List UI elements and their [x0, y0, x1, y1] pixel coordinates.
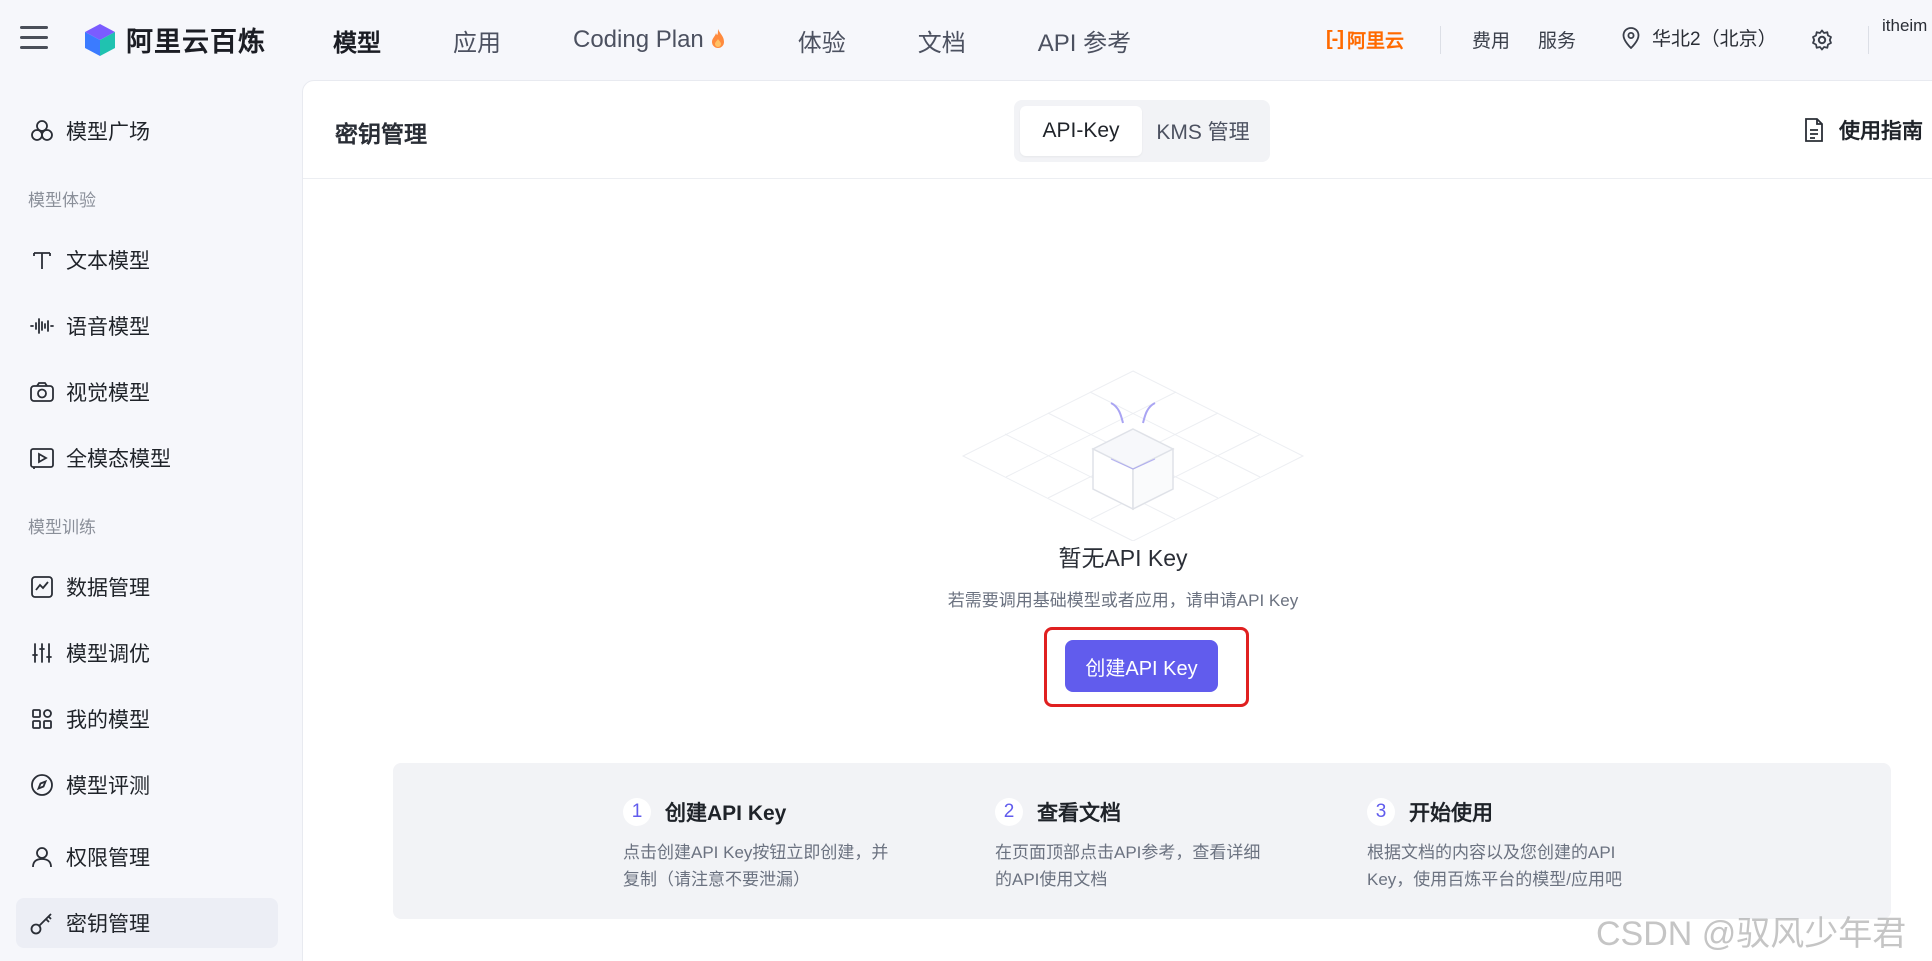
menu-icon[interactable]	[20, 26, 48, 52]
sidebar-item-label: 权限管理	[66, 847, 150, 870]
fee-link[interactable]: 费用	[1472, 26, 1510, 53]
text-icon	[28, 246, 56, 274]
key-icon	[28, 909, 56, 937]
empty-state-title: 暂无API Key	[1058, 545, 1188, 571]
sidebar-item-label: 语音模型	[66, 316, 150, 339]
sidebar-item-label: 文本模型	[66, 250, 150, 273]
empty-state-description: 若需要调用基础模型或者应用，请申请API Key	[947, 591, 1299, 610]
location-pin-icon	[1622, 26, 1640, 49]
divider	[1440, 26, 1441, 54]
step-number: 1	[623, 798, 651, 826]
step-title: 创建API Key	[665, 802, 787, 825]
chart-icon	[28, 573, 56, 601]
document-icon	[1805, 118, 1823, 142]
sidebar-item-audio-model[interactable]: 语音模型	[16, 301, 278, 351]
video-play-icon	[28, 444, 56, 472]
sidebar-item-label: 模型广场	[66, 121, 150, 144]
camera-icon	[28, 378, 56, 406]
step-description-line: 在页面顶部点击API参考，查看详细	[995, 843, 1261, 862]
sidebar-item-vision-model[interactable]: 视觉模型	[16, 367, 278, 417]
sidebar-item-data-management[interactable]: 数据管理	[16, 562, 278, 612]
brand-logo[interactable]: 阿里云百炼	[82, 20, 266, 59]
tab-switcher: API-Key KMS 管理	[1014, 100, 1270, 162]
region-selector[interactable]: 华北2（北京）	[1622, 24, 1777, 51]
sidebar-item-label: 我的模型	[66, 709, 150, 732]
bailian-logo-icon	[85, 23, 115, 56]
sidebar-item-key-management[interactable]: 密钥管理	[16, 898, 278, 948]
create-api-key-button[interactable]: 创建API Key	[1065, 640, 1218, 692]
step-description-line: 点击创建API Key按钮立即创建，并	[623, 843, 889, 862]
nav-docs[interactable]: 文档	[918, 23, 966, 58]
empty-box-illustration	[961, 370, 1305, 541]
nav-apps[interactable]: 应用	[453, 23, 501, 58]
step-description-line: 复制（请注意不要泄漏）	[623, 870, 810, 889]
tab-kms-management[interactable]: KMS 管理	[1142, 106, 1264, 156]
aliyun-bracket-icon: [-]	[1326, 28, 1344, 50]
brand-name: 阿里云百炼	[126, 27, 266, 57]
sidebar-item-model-square[interactable]: 模型广场	[16, 106, 278, 156]
flame-icon	[711, 29, 724, 48]
region-label: 华北2（北京）	[1652, 29, 1777, 50]
page-header: 密钥管理 API-Key KMS 管理 使用指南	[303, 81, 1932, 179]
user-icon	[28, 843, 56, 871]
nav-api-reference[interactable]: API 参考	[1038, 23, 1131, 58]
step-description: 在页面顶部点击API参考，查看详细 的API使用文档	[995, 839, 1295, 893]
user-account[interactable]: itheim	[1882, 16, 1927, 36]
compass-icon	[28, 771, 56, 799]
grid-icon	[28, 705, 56, 733]
step-description: 点击创建API Key按钮立即创建，并 复制（请注意不要泄漏）	[623, 839, 923, 893]
sidebar: 模型广场 模型体验 文本模型 语音模型 视觉模型 全模态模型 模型训练 数据管理…	[0, 80, 302, 961]
step-create-key: 1 创建API Key 点击创建API Key按钮立即创建，并 复制（请注意不要…	[623, 797, 923, 893]
service-link[interactable]: 服务	[1538, 26, 1576, 53]
tab-api-key[interactable]: API-Key	[1020, 106, 1142, 156]
nav-coding-plan-label: Coding Plan	[573, 26, 704, 53]
usage-guide-link[interactable]: 使用指南	[1803, 115, 1923, 145]
sidebar-item-label: 全模态模型	[66, 448, 171, 471]
step-number: 3	[1367, 798, 1395, 826]
step-description-line: 根据文档的内容以及您创建的API	[1367, 843, 1616, 862]
top-bar: 阿里云百炼 模型 应用 Coding Plan 体验 文档 API 参考 [-]…	[0, 0, 1932, 80]
page-title: 密钥管理	[335, 121, 427, 147]
step-start-using: 3 开始使用 根据文档的内容以及您创建的API Key，使用百炼平台的模型/应用…	[1367, 797, 1667, 893]
sidebar-item-my-models[interactable]: 我的模型	[16, 694, 278, 744]
sidebar-item-label: 视觉模型	[66, 382, 150, 405]
usage-guide-label: 使用指南	[1839, 120, 1923, 143]
step-number: 2	[995, 798, 1023, 826]
sidebar-item-model-tuning[interactable]: 模型调优	[16, 628, 278, 678]
sidebar-group-training: 模型训练	[28, 518, 96, 537]
sidebar-item-label: 数据管理	[66, 577, 150, 600]
step-view-docs: 2 查看文档 在页面顶部点击API参考，查看详细 的API使用文档	[995, 797, 1295, 893]
model-square-icon	[28, 117, 56, 145]
audio-wave-icon	[28, 312, 56, 340]
divider	[1868, 26, 1869, 54]
nav-coding-plan[interactable]: Coding Plan	[573, 26, 726, 54]
sidebar-group-experience: 模型体验	[28, 191, 96, 210]
step-description-line: Key，使用百炼平台的模型/应用吧	[1367, 870, 1623, 889]
step-title: 开始使用	[1409, 802, 1493, 825]
aliyun-logo[interactable]: [-] 阿里云	[1326, 26, 1404, 53]
sidebar-item-label: 模型评测	[66, 775, 150, 798]
sidebar-item-permissions[interactable]: 权限管理	[16, 832, 278, 882]
sidebar-item-label: 模型调优	[66, 643, 150, 666]
sidebar-item-model-evaluation[interactable]: 模型评测	[16, 760, 278, 810]
nav-experience[interactable]: 体验	[798, 23, 846, 58]
top-nav: 模型 应用 Coding Plan 体验 文档 API 参考	[333, 0, 1203, 80]
main-panel: 密钥管理 API-Key KMS 管理 使用指南 暂无API Key 若需要调用…	[302, 80, 1932, 961]
sidebar-item-label: 密钥管理	[66, 913, 150, 936]
getting-started-steps: 1 创建API Key 点击创建API Key按钮立即创建，并 复制（请注意不要…	[393, 763, 1891, 919]
create-button-highlight: 创建API Key	[1044, 627, 1249, 707]
nav-models[interactable]: 模型	[333, 23, 381, 58]
watermark: CSDN @驭风少年君	[1596, 915, 1907, 953]
sidebar-item-text-model[interactable]: 文本模型	[16, 235, 278, 285]
gear-icon[interactable]	[1810, 28, 1834, 52]
sliders-icon	[28, 639, 56, 667]
sidebar-item-omni-model[interactable]: 全模态模型	[16, 433, 278, 483]
step-title: 查看文档	[1037, 802, 1121, 825]
aliyun-label: 阿里云	[1346, 31, 1404, 52]
step-description: 根据文档的内容以及您创建的API Key，使用百炼平台的模型/应用吧	[1367, 839, 1667, 893]
step-description-line: 的API使用文档	[995, 870, 1108, 889]
